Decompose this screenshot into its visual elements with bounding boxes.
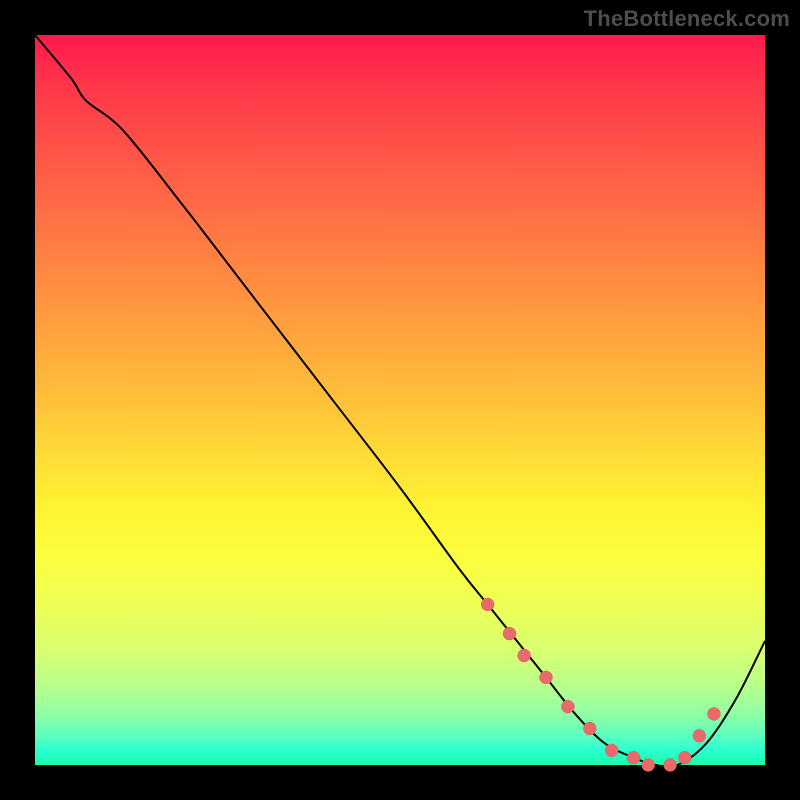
curve-layer xyxy=(35,35,765,765)
highlight-marker xyxy=(678,751,691,764)
highlight-marker xyxy=(664,758,677,771)
highlight-marker xyxy=(627,751,640,764)
highlight-marker xyxy=(481,598,494,611)
highlight-marker xyxy=(561,700,574,713)
highlight-marker xyxy=(642,758,655,771)
bottleneck-curve-path xyxy=(35,35,765,767)
highlight-marker xyxy=(707,707,720,720)
highlight-marker xyxy=(518,649,531,662)
highlight-marker xyxy=(605,744,618,757)
highlight-marker xyxy=(539,671,552,684)
chart-frame: TheBottleneck.com xyxy=(0,0,800,800)
plot-area xyxy=(35,35,765,765)
watermark-text: TheBottleneck.com xyxy=(584,6,790,32)
highlight-marker xyxy=(583,722,596,735)
highlight-marker xyxy=(693,729,706,742)
highlight-marker xyxy=(503,627,516,640)
highlight-markers xyxy=(481,598,720,772)
